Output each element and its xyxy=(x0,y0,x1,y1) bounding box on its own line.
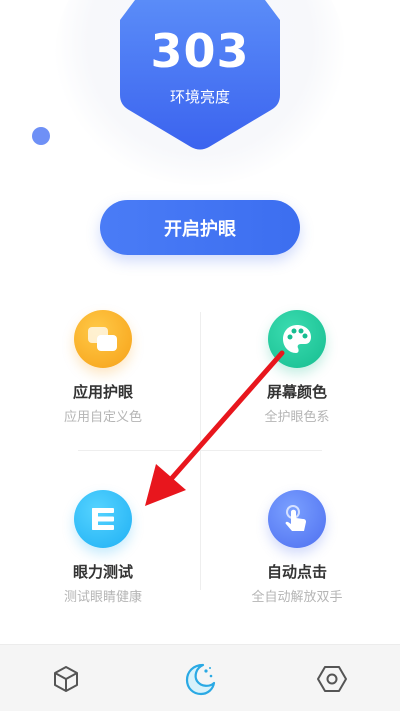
feature-title: 屏幕颜色 xyxy=(266,383,327,401)
tab-settings[interactable] xyxy=(310,657,354,701)
enable-eye-protection-button[interactable]: 开启护眼 xyxy=(100,200,300,255)
palette-icon xyxy=(268,310,326,368)
feature-subtitle: 应用自定义色 xyxy=(63,410,142,425)
feature-subtitle: 全护眼色系 xyxy=(264,410,330,425)
feature-subtitle: 全自动解放双手 xyxy=(251,590,343,605)
tab-cube[interactable] xyxy=(44,657,88,701)
feature-title: 眼力测试 xyxy=(72,563,133,581)
feature-screen-color[interactable]: 屏幕颜色 全护眼色系 xyxy=(194,310,394,450)
feature-title: 自动点击 xyxy=(266,563,327,581)
app-eye-icon xyxy=(74,310,132,368)
moon-icon xyxy=(185,663,216,696)
tap-hand-icon xyxy=(268,490,326,548)
feature-subtitle: 测试眼睛健康 xyxy=(63,590,142,605)
eye-test-icon xyxy=(74,490,132,548)
grid-divider-horizontal xyxy=(78,450,322,451)
hexagon-settings-icon xyxy=(317,666,347,692)
indicator-dot xyxy=(32,127,50,145)
cube-icon xyxy=(54,666,78,692)
bottom-tab-bar xyxy=(0,644,400,711)
feature-app-eye-care[interactable]: 应用护眼 应用自定义色 xyxy=(0,310,200,450)
brightness-value: 303 xyxy=(150,24,250,78)
tab-eye-care[interactable] xyxy=(178,657,222,701)
brightness-label: 环境亮度 xyxy=(169,88,230,106)
feature-eye-test[interactable]: 眼力测试 测试眼睛健康 xyxy=(0,490,200,630)
feature-title: 应用护眼 xyxy=(72,383,133,401)
feature-auto-click[interactable]: 自动点击 全自动解放双手 xyxy=(194,490,394,630)
